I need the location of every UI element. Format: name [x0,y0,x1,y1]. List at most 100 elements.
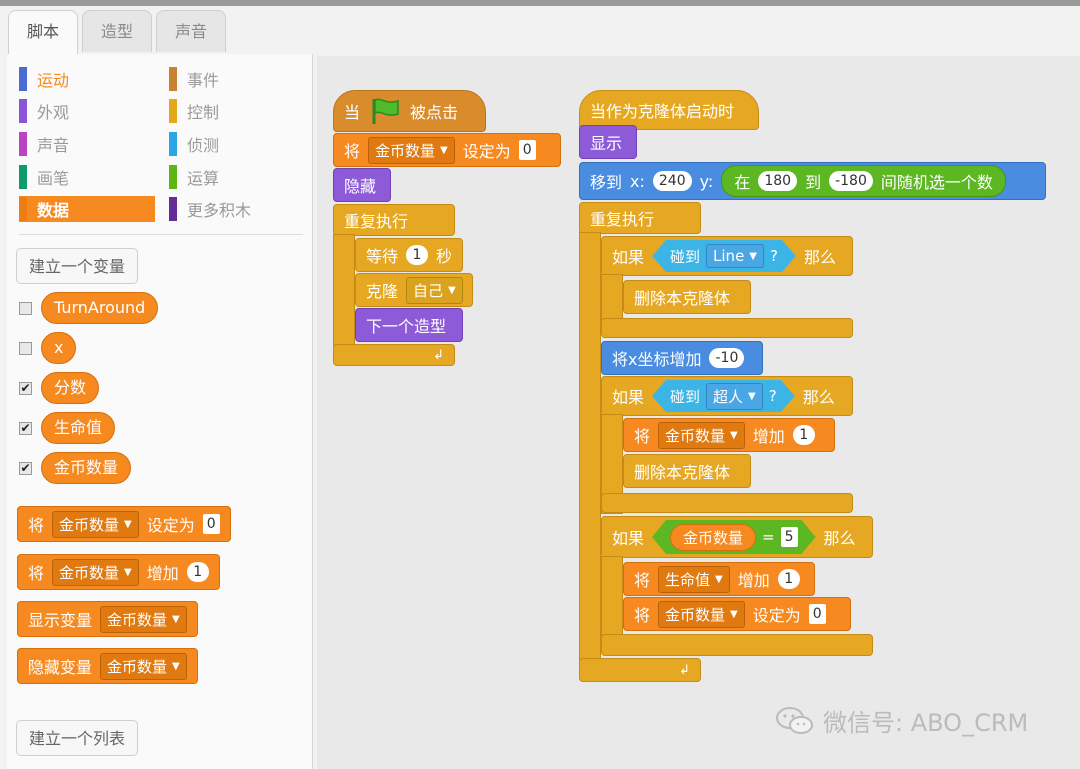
dropdown-arrow-icon: ▼ [730,429,738,441]
tab-scripts[interactable]: 脚本 [8,10,78,54]
value-input[interactable]: 1 [792,425,815,445]
clone-target-dropdown[interactable]: 自己 ▼ [406,276,463,304]
green-flag-icon [372,98,399,124]
if-block-arm [601,556,623,646]
variable-checkbox[interactable]: ✔ [19,462,32,475]
category-sound[interactable]: 声音 [19,131,159,157]
variable-dropdown[interactable]: 生命值 ▼ [658,565,730,593]
variable-dropdown[interactable]: 金币数量 ▼ [658,600,745,628]
variable-dropdown[interactable]: 金币数量 ▼ [52,510,139,538]
value-input[interactable]: 0 [518,140,536,160]
set-variable-block[interactable]: 将 金币数量 ▼ 设定为 0 [333,133,561,167]
dropdown-arrow-icon: ▼ [749,250,757,262]
dropdown-arrow-icon: ▼ [715,573,723,585]
variable-reporter-score[interactable]: 分数 [41,372,100,404]
variable-reporter-x[interactable]: x [41,332,77,364]
variable-reporter-turnaround[interactable]: TurnAround [41,292,159,324]
change-variable-block[interactable]: 将 金币数量 ▼ 增加 1 [623,418,835,452]
value-input[interactable]: 5 [781,527,798,547]
forever-block-arm [333,234,355,358]
category-control[interactable]: 控制 [169,98,299,124]
variable-dropdown[interactable]: 金币数量 ▼ [658,421,745,449]
when-flag-clicked-hat[interactable]: 当 被点击 [333,90,486,132]
dropdown-arrow-icon: ▼ [172,613,180,625]
variable-dropdown[interactable]: 金币数量 ▼ [368,136,455,164]
go-to-xy-block[interactable]: 移到 x: 240 y: 在 180 到 -180 间随机选一个数 [579,162,1046,200]
variable-reporter-coins[interactable]: 金币数量 [41,452,132,484]
variable-checkbox[interactable] [19,302,32,315]
touch-target-dropdown[interactable]: Line ▼ [706,244,764,268]
show-block[interactable]: 显示 [579,125,637,159]
if-block[interactable]: 如果 碰到 Line ▼ ? 那么 [601,236,853,276]
category-looks[interactable]: 外观 [19,98,159,124]
when-start-as-clone-hat[interactable]: 当作为克隆体启动时 [579,90,759,130]
forever-block[interactable]: 重复执行 [333,204,455,236]
if-block-bottom [601,634,873,656]
dropdown-arrow-icon: ▼ [124,566,132,578]
value-input[interactable]: 0 [808,604,826,624]
wait-block[interactable]: 等待 1 秒 [355,238,463,272]
category-sensing[interactable]: 侦测 [169,131,299,157]
hide-block[interactable]: 隐藏 [333,168,391,202]
show-variable-block[interactable]: 显示变量 金币数量 ▼ [17,601,198,637]
set-variable-block[interactable]: 将 金币数量 ▼ 设定为 0 [623,597,851,631]
value-input[interactable]: 1 [777,569,800,589]
variable-checkbox[interactable] [19,342,32,355]
loop-arrow-icon: ↲ [679,662,690,678]
forever-block-bottom: ↲ [579,658,701,682]
wechat-icon [776,706,813,734]
value-input[interactable]: 1 [186,562,209,582]
category-pen[interactable]: 画笔 [19,164,159,190]
value-input[interactable]: 0 [202,514,220,534]
if-block[interactable]: 如果 金币数量 = 5 那么 [601,516,873,558]
touching-sensor[interactable]: 碰到 Line ▼ ? [652,240,796,272]
dropdown-arrow-icon: ▼ [172,660,180,672]
block-palette: 运动 外观 声音 画笔 数据 事件 控制 侦测 运算 更多积木 建立一个变量 T… [7,54,313,769]
if-block[interactable]: 如果 碰到 超人 ▼ ? 那么 [601,376,853,416]
palette-divider [19,234,303,235]
dropdown-arrow-icon: ▼ [124,518,132,530]
pick-random-reporter[interactable]: 在 180 到 -180 间随机选一个数 [721,165,1006,197]
tab-sounds[interactable]: 声音 [156,10,226,52]
next-costume-block[interactable]: 下一个造型 [355,308,463,342]
value-input[interactable]: 1 [406,245,429,265]
variable-checkbox[interactable]: ✔ [19,422,32,435]
value-input[interactable]: -10 [709,348,745,368]
change-x-block[interactable]: 将x坐标增加 -10 [601,341,763,375]
equals-operator[interactable]: 金币数量 = 5 [652,520,816,554]
dropdown-arrow-icon: ▼ [440,144,448,156]
category-operators[interactable]: 运算 [169,164,299,190]
variable-checkbox[interactable]: ✔ [19,382,32,395]
dropdown-arrow-icon: ▼ [448,284,456,296]
dropdown-arrow-icon: ▼ [730,608,738,620]
x-input[interactable]: 240 [652,171,692,191]
make-variable-button[interactable]: 建立一个变量 [16,248,139,284]
random-from-input[interactable]: 180 [758,171,798,191]
category-events[interactable]: 事件 [169,66,299,92]
touch-target-dropdown[interactable]: 超人 ▼ [706,383,763,410]
if-block-bottom [601,493,853,513]
category-more-blocks[interactable]: 更多积木 [169,196,299,222]
if-block-bottom [601,318,853,338]
variable-dropdown[interactable]: 金币数量 ▼ [52,558,139,586]
delete-clone-block[interactable]: 删除本克隆体 [623,280,751,314]
category-data[interactable]: 数据 [19,196,155,222]
variable-reporter-coins[interactable]: 金币数量 [670,524,756,551]
variable-dropdown[interactable]: 金币数量 ▼ [100,605,187,633]
create-clone-block[interactable]: 克隆 自己 ▼ [355,273,473,307]
scripts-area[interactable]: 当 被点击 将 金币数量 ▼ 设定为 0 隐藏 重复执行 等待 1 秒 克隆 自己… [317,56,1080,769]
make-list-button[interactable]: 建立一个列表 [16,720,139,756]
set-variable-block[interactable]: 将 金币数量 ▼ 设定为 0 [17,506,231,542]
change-variable-block[interactable]: 将 金币数量 ▼ 增加 1 [17,554,220,590]
random-to-input[interactable]: -180 [829,171,873,191]
category-motion[interactable]: 运动 [19,66,159,92]
forever-block[interactable]: 重复执行 [579,202,701,234]
variable-dropdown[interactable]: 金币数量 ▼ [100,652,187,680]
variable-reporter-life[interactable]: 生命值 [41,412,116,444]
touching-sensor[interactable]: 碰到 超人 ▼ ? [652,380,795,412]
change-variable-block[interactable]: 将 生命值 ▼ 增加 1 [623,562,815,596]
hide-variable-block[interactable]: 隐藏变量 金币数量 ▼ [17,648,198,684]
delete-clone-block[interactable]: 删除本克隆体 [623,454,751,488]
tab-costumes[interactable]: 造型 [82,10,152,52]
watermark: 微信号: ABO_CRM [775,703,1028,738]
